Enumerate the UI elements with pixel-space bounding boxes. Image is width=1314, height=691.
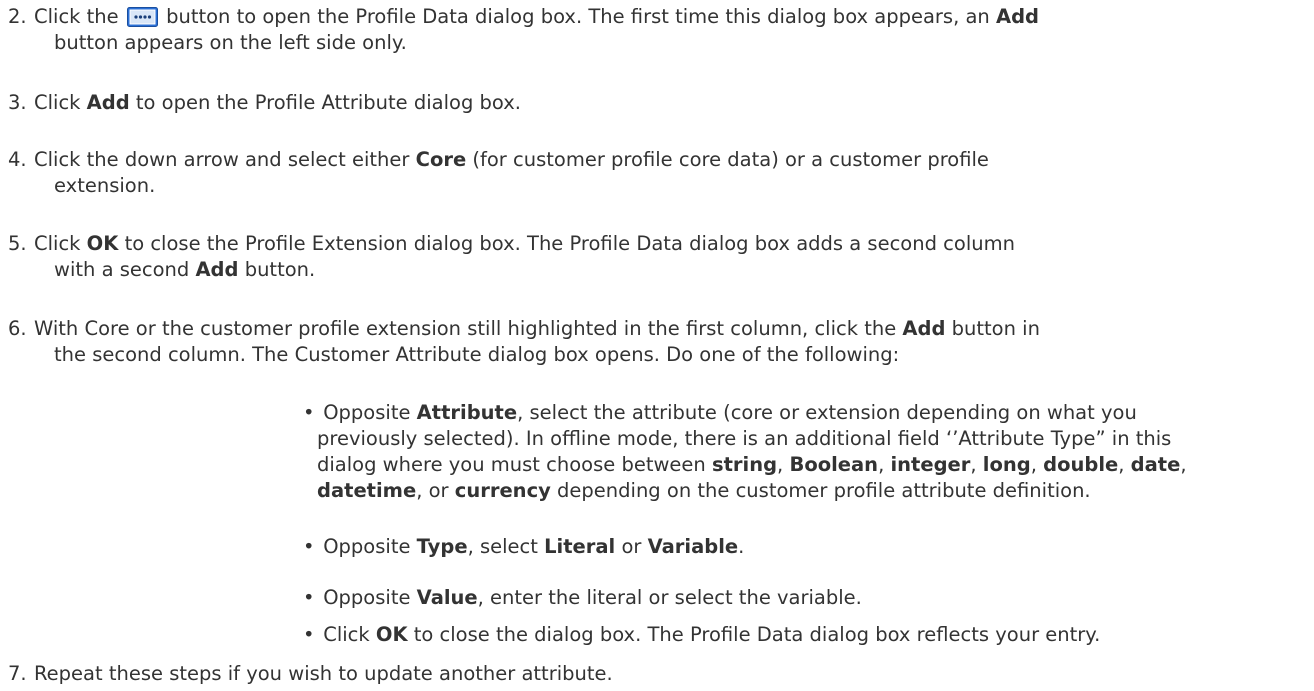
step-4: 4. Click the down arrow and select eithe… bbox=[8, 148, 989, 197]
step-2: 2. Click the button to open the Profile … bbox=[8, 5, 1040, 54]
step-text: Click the button to open the Profile Dat… bbox=[34, 5, 1040, 28]
ellipsis-button-icon bbox=[126, 7, 158, 27]
step-text: With Core or the customer profile extens… bbox=[34, 317, 1040, 340]
step-number: 3. bbox=[8, 91, 27, 114]
bullet-attribute: • Opposite Attribute, select the attribu… bbox=[303, 401, 1187, 502]
bullet-icon: • bbox=[303, 535, 315, 558]
step-number: 7. bbox=[8, 662, 27, 685]
help-document: 2. Click the button to open the Profile … bbox=[0, 0, 1314, 691]
step-text: Click Add to open the Profile Attribute … bbox=[34, 91, 521, 114]
step-text: Click OK to close the Profile Extension … bbox=[34, 232, 1015, 255]
bullet-value: • Opposite Value, enter the literal or s… bbox=[303, 586, 862, 609]
step-text: Repeat these steps if you wish to update… bbox=[34, 662, 613, 685]
step-6: 6. With Core or the customer profile ext… bbox=[8, 317, 1040, 366]
step-number: 2. bbox=[8, 5, 27, 28]
step-3: 3. Click Add to open the Profile Attribu… bbox=[8, 90, 1298, 116]
bullet-icon: • bbox=[303, 401, 315, 424]
step-number: 5. bbox=[8, 232, 27, 255]
step-5: 5. Click OK to close the Profile Extensi… bbox=[8, 232, 1015, 281]
step-text: Click the down arrow and select either C… bbox=[34, 148, 989, 171]
step-number: 6. bbox=[8, 317, 27, 340]
bullet-icon: • bbox=[303, 586, 315, 609]
bullet-ok: • Click OK to close the dialog box. The … bbox=[303, 623, 1101, 646]
bullet-type: • Opposite Type, select Literal or Varia… bbox=[303, 535, 745, 558]
bullet-icon: • bbox=[303, 623, 315, 646]
step-number: 4. bbox=[8, 148, 27, 171]
step-7: 7. Repeat these steps if you wish to upd… bbox=[8, 661, 1298, 687]
